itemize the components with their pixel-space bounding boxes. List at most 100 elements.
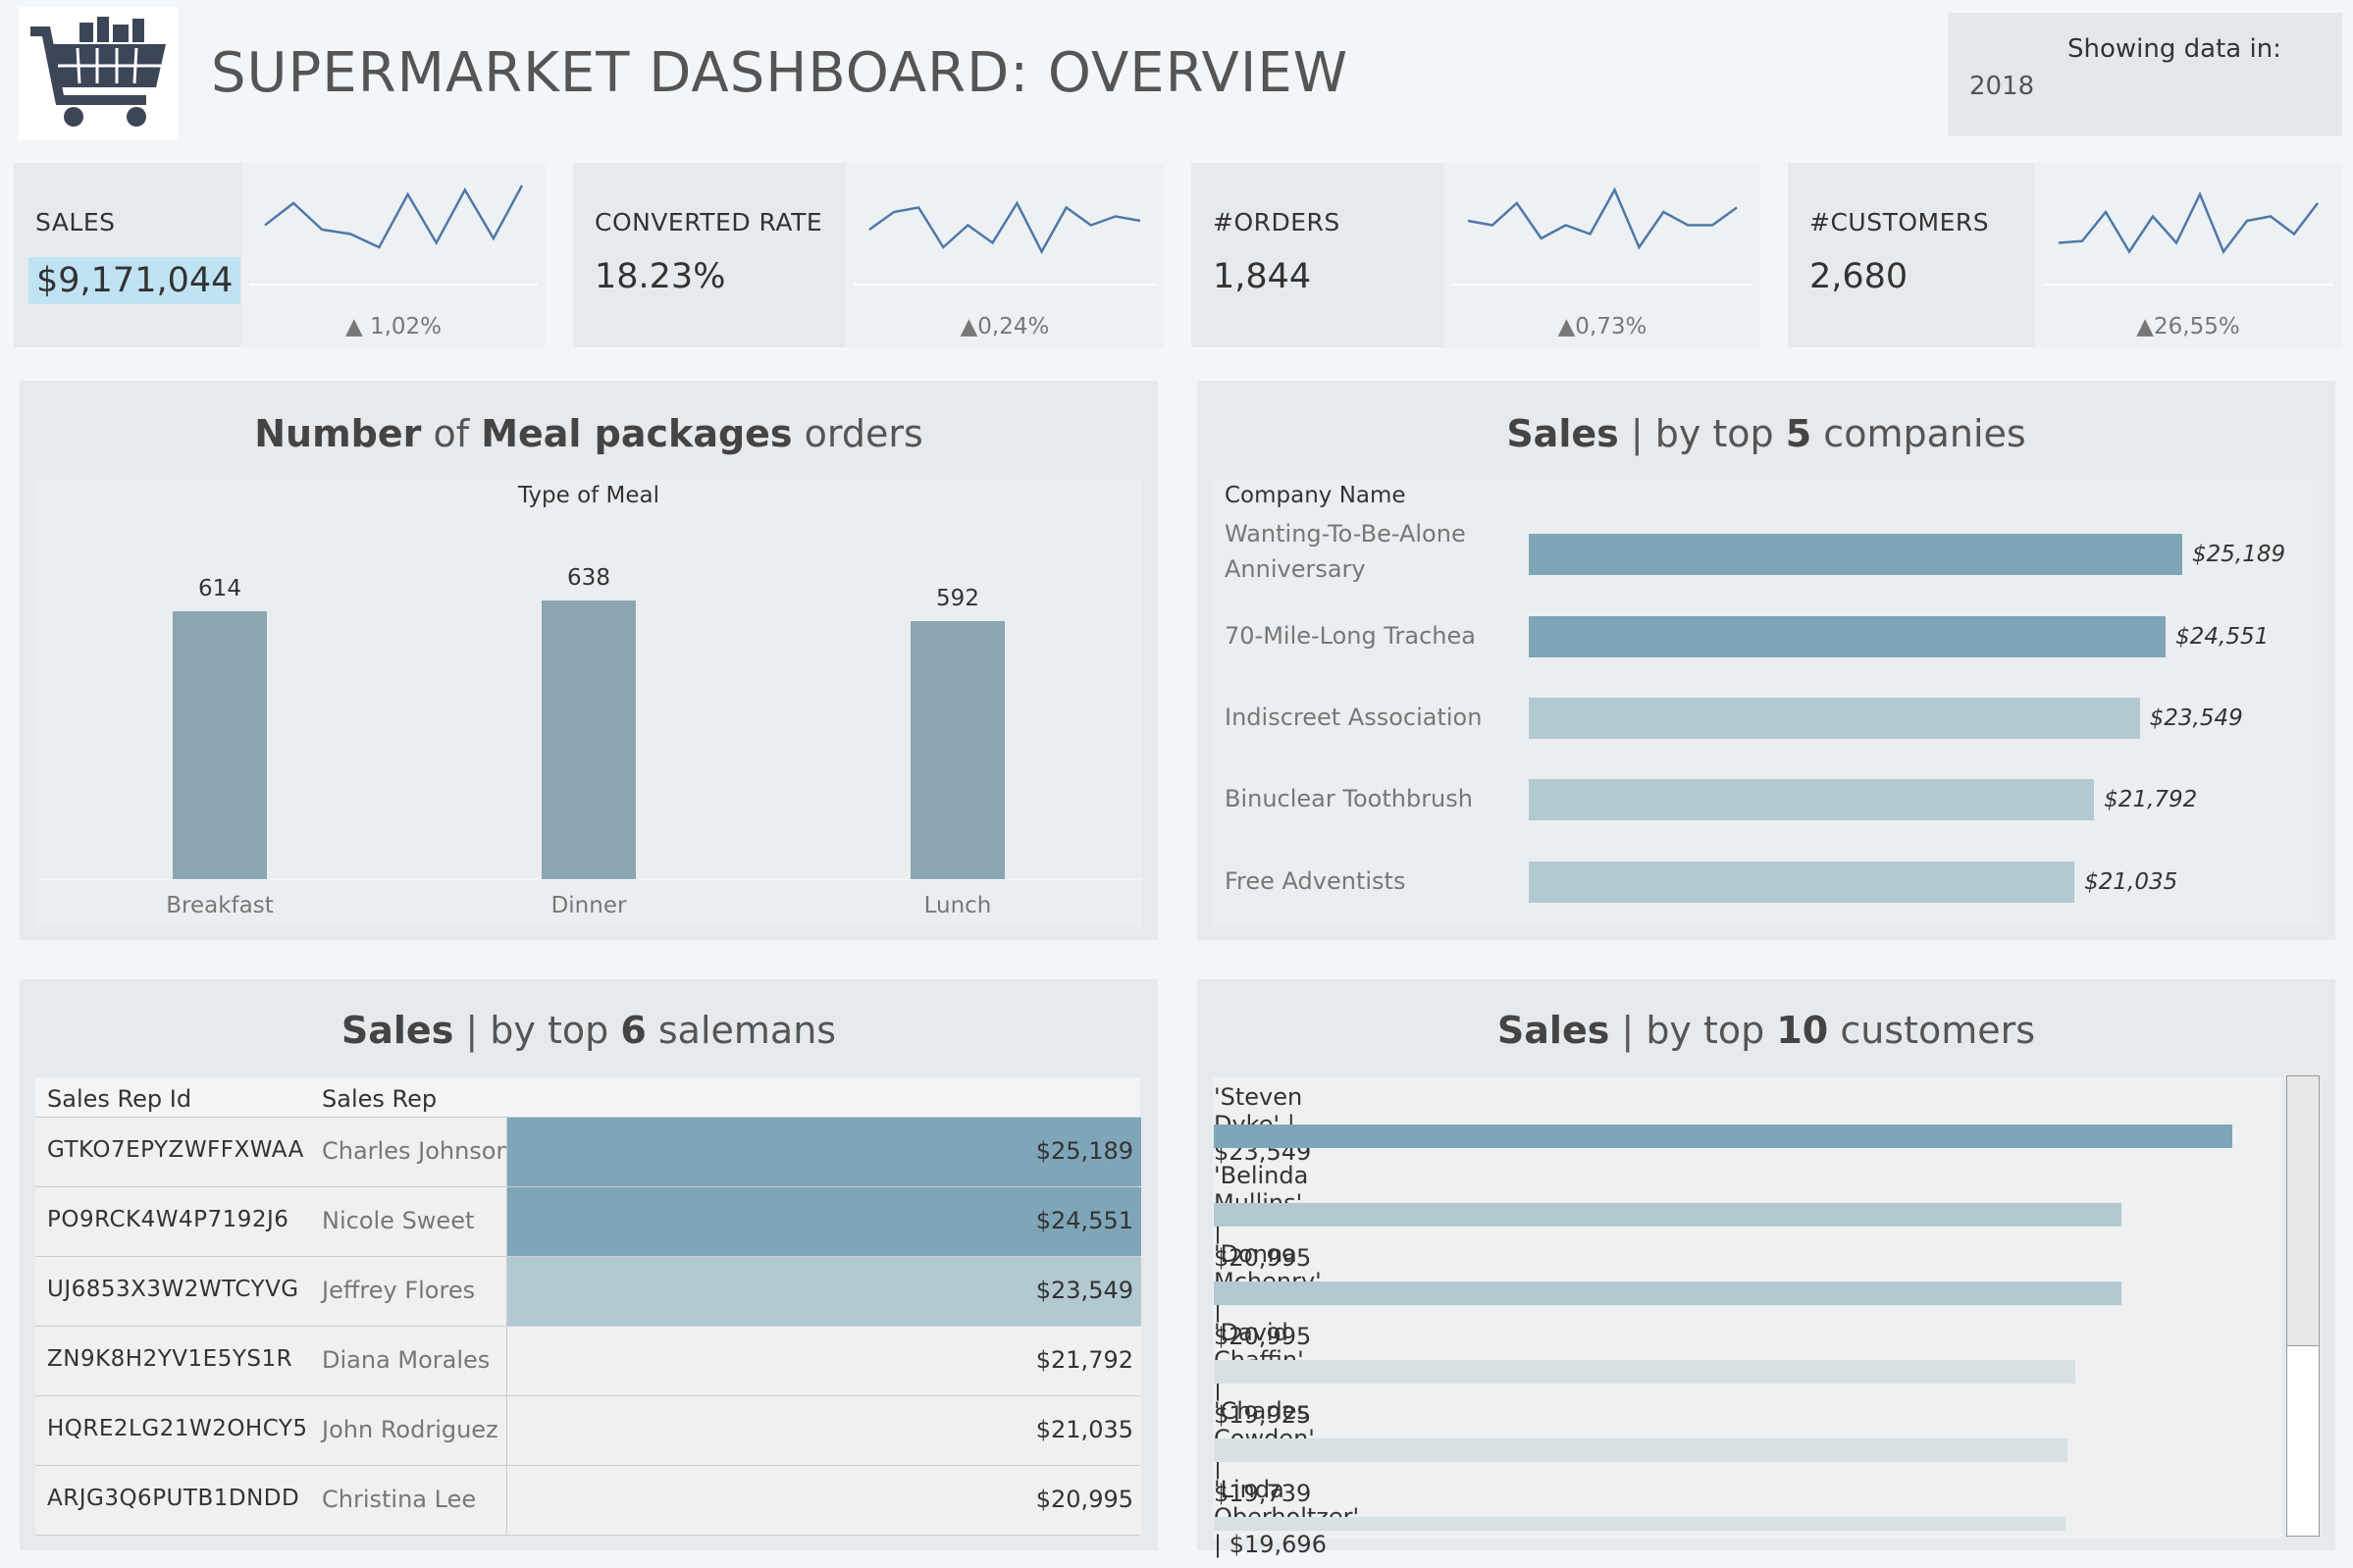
sales-amount-cell: $21,035 <box>506 1396 1141 1465</box>
kpi-card-sales: SALES $9,171,044 ▲ 1,02% <box>14 163 546 347</box>
sales-rep-id: UJ6853X3W2WTCYVG <box>47 1277 299 1302</box>
col-header-rep: Sales Rep <box>322 1085 438 1113</box>
kpi-card-orders: #ORDERS 1,844 ▲0,73% <box>1191 163 1760 347</box>
sparkline-path <box>1467 186 1738 250</box>
x-tick-label: Dinner <box>550 893 627 918</box>
table-row[interactable]: PO9RCK4W4P7192J6 Nicole Sweet $24,551 <box>35 1187 1141 1257</box>
kpi-value: 1,844 <box>1213 257 1312 296</box>
meal-orders-panel: Number of Meal packages orders Type of M… <box>20 381 1158 940</box>
sales-amount: $20,995 <box>1035 1486 1133 1513</box>
scrollbar[interactable] <box>2286 1075 2320 1537</box>
sales-amount-cell: $21,792 <box>506 1327 1141 1395</box>
company-bar[interactable] <box>1529 616 2167 657</box>
col-header-id: Sales Rep Id <box>47 1085 192 1113</box>
kpi-name: #ORDERS <box>1213 208 1340 236</box>
bar-breakfast[interactable] <box>173 610 267 879</box>
sales-amount-cell: $25,189 <box>506 1118 1141 1186</box>
table-row[interactable]: HQRE2LG21W2OHCY5 John Rodriguez $21,035 <box>35 1396 1141 1466</box>
company-name-label: Free Adventists <box>1225 867 1406 895</box>
table-row[interactable]: ZN9K8H2YV1E5YS1R Diana Morales $21,792 <box>35 1327 1141 1396</box>
customer-bar[interactable] <box>1214 1124 2232 1148</box>
kpi-name: #CUSTOMERS <box>1809 208 1990 236</box>
kpi-delta: ▲ 1,02% <box>344 314 443 340</box>
bar-value-label: 592 <box>936 585 979 611</box>
sales-amount: $23,549 <box>1035 1277 1133 1304</box>
customer-bar[interactable] <box>1214 1360 2076 1384</box>
kpi-delta: ▲0,73% <box>1557 314 1647 340</box>
sales-amount: $25,189 <box>1035 1137 1133 1165</box>
table-row[interactable]: GTKO7EPYZWFFXWAA Charles Johnson $25,189 <box>35 1118 1141 1187</box>
company-bar[interactable] <box>1529 698 2140 739</box>
kpi-delta: ▲0,24% <box>960 314 1050 340</box>
sales-rep-name: Nicole Sweet <box>322 1207 475 1234</box>
company-value-label: $21,035 <box>2084 869 2178 895</box>
filter-label: Showing data in: <box>2067 34 2281 64</box>
sparkline-path <box>868 200 1141 255</box>
sales-rep-name: Christina Lee <box>322 1486 477 1513</box>
companies-chart-area: Company Name Wanting-To-Be-Alone Anniver… <box>1213 479 2320 926</box>
sparkline-path <box>264 184 524 249</box>
company-value-label: $25,189 <box>2192 542 2286 567</box>
sparkline <box>854 200 1156 286</box>
scrollbar-thumb[interactable] <box>2287 1076 2319 1346</box>
page-title: SUPERMARKET DASHBOARD: OVERVIEW <box>211 41 1349 105</box>
panel-title: Sales | by top 5 companies <box>1506 412 2026 455</box>
table-row[interactable]: UJ6853X3W2WTCYVG Jeffrey Flores $23,549 <box>35 1257 1141 1327</box>
sales-amount: $24,551 <box>1035 1207 1133 1234</box>
company-name-label: Wanting-To-Be-Alone Anniversary <box>1225 520 1466 583</box>
panel-title: Sales | by top 6 salemans <box>340 1009 837 1052</box>
customer-bar[interactable] <box>1214 1281 2122 1305</box>
company-name-label: Indiscreet Association <box>1225 704 1483 731</box>
bar-dinner[interactable] <box>542 601 636 879</box>
sales-amount-cell: $24,551 <box>506 1187 1141 1256</box>
meal-chart-area: Type of Meal 614 Breakfast 638 Dinner 592 Lun… <box>35 479 1142 926</box>
kpi-value: 2,680 <box>1809 257 1909 296</box>
customer-bar[interactable] <box>1214 1438 2068 1462</box>
sales-rep-id: HQRE2LG21W2OHCY5 <box>47 1416 308 1441</box>
sales-rep-name: John Rodriguez <box>322 1416 498 1443</box>
x-tick-label: Lunch <box>923 893 992 918</box>
customer-bar[interactable] <box>1214 1517 2066 1531</box>
customer-bar[interactable] <box>1214 1203 2122 1227</box>
kpi-name: SALES <box>35 208 116 236</box>
kpi-card-customers: #CUSTOMERS 2,680 ▲26,55% <box>1788 163 2341 347</box>
sales-rep-name: Charles Johnson <box>322 1137 511 1165</box>
sparkline <box>2043 190 2333 286</box>
sales-rep-name: Jeffrey Flores <box>322 1277 476 1304</box>
sales-amount-cell: $23,549 <box>506 1257 1141 1326</box>
sales-rep-name: Diana Morales <box>322 1346 491 1374</box>
panel-title: Number of Meal packages orders <box>254 412 923 455</box>
company-value-label: $23,549 <box>2149 706 2243 731</box>
kpi-card-converted-rate: CONVERTED RATE 18.23% ▲0,24% <box>573 163 1164 347</box>
sparkline-path <box>2058 190 2319 254</box>
x-tick-label: Breakfast <box>166 893 274 918</box>
logo <box>19 7 179 140</box>
kpi-value: 18.23% <box>595 257 726 296</box>
company-value-label: $21,792 <box>2104 787 2198 812</box>
filter-value[interactable]: 2018 <box>1969 72 2034 101</box>
company-name-label: Binuclear Toothbrush <box>1225 785 1473 812</box>
company-bar[interactable] <box>1529 534 2182 575</box>
company-name-label: 70-Mile-Long Trachea <box>1225 622 1476 650</box>
sales-rep-id: PO9RCK4W4P7192J6 <box>47 1207 289 1232</box>
sparkline <box>249 184 538 286</box>
sparkline <box>1452 186 1752 286</box>
company-bar[interactable] <box>1529 862 2075 903</box>
shopping-cart-icon <box>30 17 166 127</box>
company-bar[interactable] <box>1529 779 2095 820</box>
kpi-delta: ▲26,55% <box>2136 314 2240 340</box>
kpi-value: $9,171,044 <box>28 257 241 304</box>
company-value-label: $24,551 <box>2175 624 2270 650</box>
sales-rep-id: ARJG3Q6PUTB1DNDD <box>47 1486 300 1511</box>
sales-amount: $21,792 <box>1035 1346 1133 1374</box>
kpi-name: CONVERTED RATE <box>595 208 823 236</box>
year-filter[interactable]: Showing data in: 2018 <box>1948 13 2342 136</box>
bar-lunch[interactable] <box>911 620 1005 879</box>
top-companies-panel: Sales | by top 5 companies Company Name … <box>1197 381 2335 940</box>
sales-amount: $21,035 <box>1035 1416 1133 1443</box>
company-bars: Wanting-To-Be-Alone Anniversary $25,189 70… <box>1213 479 2320 926</box>
bar-value-label: 638 <box>567 565 610 592</box>
sales-rep-id: ZN9K8H2YV1E5YS1R <box>47 1346 293 1372</box>
meal-bars: 614 Breakfast 638 Dinner 592 Lunch <box>35 479 1142 926</box>
table-row[interactable]: ARJG3Q6PUTB1DNDD Christina Lee $20,995 <box>35 1466 1141 1536</box>
